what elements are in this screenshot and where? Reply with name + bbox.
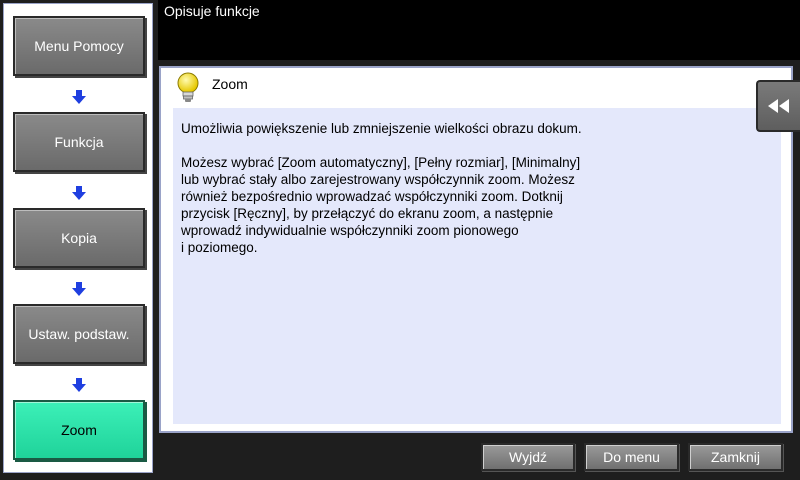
nav-item-copy[interactable]: Kopia <box>13 208 145 268</box>
arrow-down-icon <box>72 90 86 104</box>
help-navigation-panel: Menu Pomocy Funkcja Kopia Ustaw. podstaw… <box>3 3 153 473</box>
close-button[interactable]: Zamknij <box>688 443 783 471</box>
header-bar: Opisuje funkcje <box>158 0 800 60</box>
nav-item-function[interactable]: Funkcja <box>13 112 145 172</box>
lightbulb-icon <box>177 72 199 102</box>
arrow-down-icon <box>72 282 86 296</box>
arrow-down-icon <box>72 378 86 392</box>
close-button-label: Zamknij <box>710 449 760 465</box>
exit-button-label: Wyjdź <box>509 449 547 465</box>
nav-item-label: Kopia <box>61 230 97 246</box>
description-paragraph: Możesz wybrać [Zoom automatyczny], [Pełn… <box>181 155 581 255</box>
nav-item-label: Ustaw. podstaw. <box>28 326 130 342</box>
content-description: Umożliwia powiększenie lub zmniejszenie … <box>173 108 781 424</box>
nav-item-label: Menu Pomocy <box>34 38 124 54</box>
exit-button[interactable]: Wyjdź <box>481 443 575 471</box>
content-title-bar: Zoom <box>161 68 791 106</box>
header-title: Opisuje funkcje <box>164 3 260 19</box>
to-menu-button-label: Do menu <box>603 449 660 465</box>
arrow-down-icon <box>72 186 86 200</box>
nav-item-label: Funkcja <box>54 134 104 150</box>
collapse-panel-button[interactable] <box>756 80 800 132</box>
double-chevron-left-icon <box>768 99 789 113</box>
content-title: Zoom <box>212 76 248 92</box>
nav-item-zoom[interactable]: Zoom <box>13 400 145 460</box>
help-content-panel: Zoom Umożliwia powiększenie lub zmniejsz… <box>159 66 793 433</box>
nav-item-help-menu[interactable]: Menu Pomocy <box>13 16 145 76</box>
to-menu-button[interactable]: Do menu <box>584 443 679 471</box>
description-paragraph: Umożliwia powiększenie lub zmniejszenie … <box>181 121 582 136</box>
nav-item-basic-settings[interactable]: Ustaw. podstaw. <box>13 304 145 364</box>
nav-item-label: Zoom <box>61 422 97 438</box>
